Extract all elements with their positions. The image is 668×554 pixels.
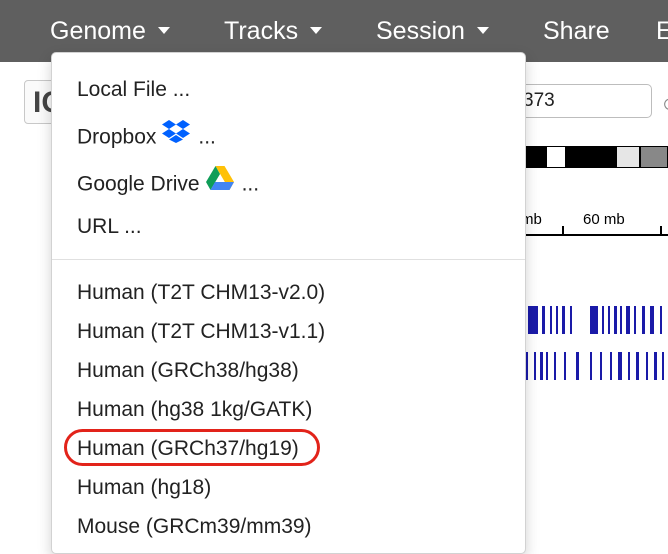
- dropbox-icon: [162, 119, 191, 153]
- menu-item-label: Dropbox: [77, 125, 157, 149]
- gene-track-2[interactable]: [520, 352, 668, 380]
- menu-item-label: Mouse (GRCm39/mm39): [77, 515, 312, 538]
- caret-down-icon: [310, 26, 323, 34]
- ruler-label: 60 mb: [583, 211, 625, 228]
- menu-item-genome[interactable]: Mouse (GRCm39/mm39): [77, 511, 312, 543]
- ruler-axis: [520, 234, 668, 236]
- share-menu-button[interactable]: Share: [543, 14, 610, 48]
- menu-item-label: Human (GRCh37/hg19): [77, 437, 299, 460]
- ideogram-band: [547, 147, 565, 167]
- extra-menu-button[interactable]: E: [656, 14, 668, 48]
- genome-dropdown-menu: Local File ... Dropbox... Google Drive..…: [51, 52, 526, 554]
- menu-item-genome[interactable]: Human (T2T CHM13-v1.1): [77, 316, 325, 348]
- chromosome-ideogram[interactable]: [520, 146, 668, 168]
- genome-menu-button[interactable]: Genome: [50, 14, 170, 48]
- menu-item-label: Google Drive: [77, 172, 200, 196]
- menu-item-local-file[interactable]: Local File ...: [77, 74, 190, 106]
- locus-value: 373: [523, 90, 555, 111]
- menu-item-genome[interactable]: Human (GRCh38/hg38): [77, 355, 299, 387]
- menu-item-label: Human (hg38 1kg/GATK): [77, 398, 313, 421]
- google-drive-icon: [205, 166, 234, 200]
- menu-item-google-drive[interactable]: Google Drive...: [77, 166, 260, 200]
- menu-item-label: Human (T2T CHM13-v1.1): [77, 320, 326, 343]
- menu-item-genome[interactable]: Human (hg38 1kg/GATK): [77, 394, 312, 426]
- search-icon[interactable]: ○: [662, 88, 668, 119]
- extra-menu-label: E: [656, 17, 668, 45]
- menu-divider: [52, 259, 525, 260]
- menu-item-url[interactable]: URL ...: [77, 211, 142, 243]
- caret-down-icon: [476, 26, 489, 34]
- session-menu-button[interactable]: Session: [376, 14, 489, 48]
- menu-item-label: Human (GRCh38/hg38): [77, 359, 299, 382]
- menu-item-suffix: ...: [198, 125, 216, 149]
- share-menu-label: Share: [543, 17, 610, 45]
- menu-item-label: Human (hg18): [77, 476, 212, 499]
- ideogram-band: [617, 147, 639, 167]
- tracks-menu-button[interactable]: Tracks: [224, 14, 323, 48]
- menu-item-suffix: ...: [241, 172, 260, 196]
- genome-menu-label: Genome: [50, 17, 146, 45]
- menu-item-genome-hg19[interactable]: Human (GRCh37/hg19): [77, 433, 299, 465]
- caret-down-icon: [157, 26, 170, 34]
- tracks-menu-label: Tracks: [224, 17, 299, 45]
- menu-item-genome[interactable]: Human (hg18): [77, 472, 211, 504]
- ideogram-band: [641, 147, 667, 167]
- menu-item-dropbox[interactable]: Dropbox...: [77, 119, 216, 153]
- menu-item-genome[interactable]: Human (T2T CHM13-v2.0): [77, 277, 325, 309]
- gene-track-1[interactable]: [520, 306, 668, 334]
- menu-item-label: Human (T2T CHM13-v2.0): [77, 281, 326, 304]
- menu-item-label: URL ...: [77, 215, 142, 238]
- session-menu-label: Session: [376, 17, 465, 45]
- menu-item-label: Local File ...: [77, 78, 191, 101]
